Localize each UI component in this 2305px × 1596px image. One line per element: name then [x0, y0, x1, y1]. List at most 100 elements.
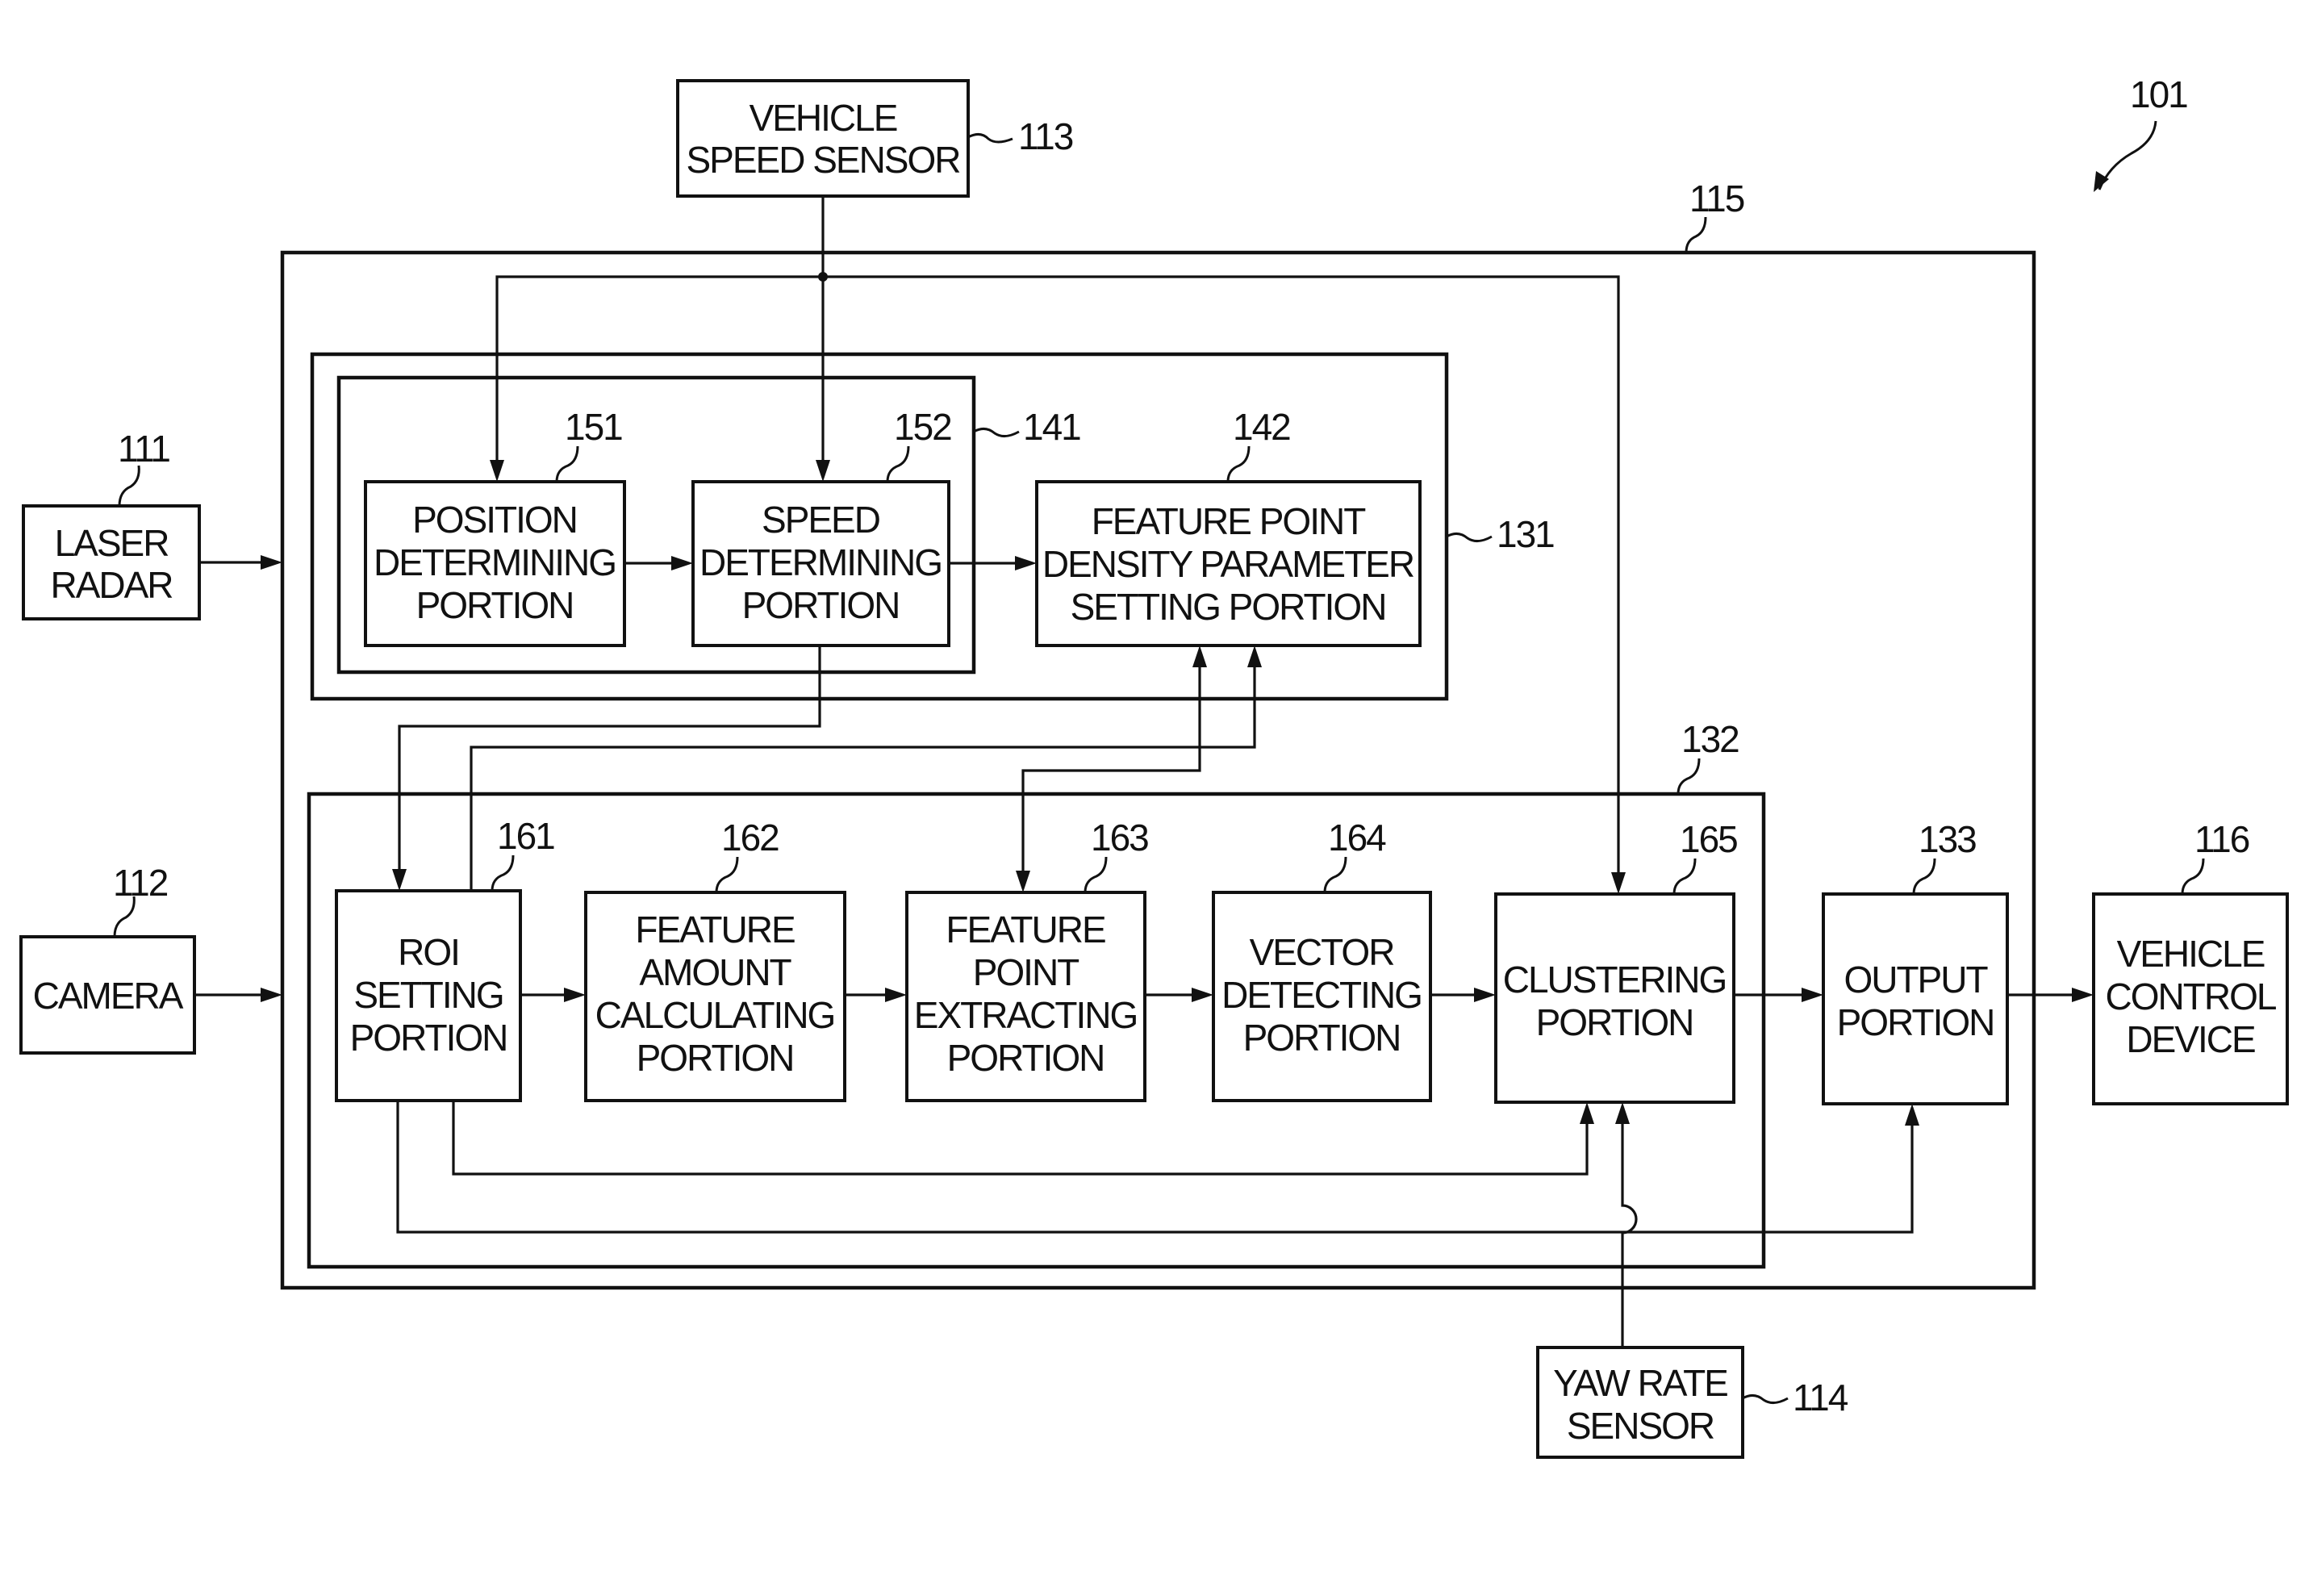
- arrow-142-left: [1192, 646, 1207, 667]
- feature-point-extracting-block: FEATURE POINT EXTRACTING PORTION: [905, 891, 1146, 1102]
- leader-165: [1672, 858, 1697, 895]
- block-label-line: PORTION: [637, 1037, 794, 1079]
- block-label-line: OUTPUT: [1844, 959, 1988, 1001]
- block-label-line: CAMERA: [33, 975, 184, 1017]
- ref-133: 133: [1919, 818, 1976, 860]
- block-label-line: AMOUNT: [639, 951, 791, 993]
- vehicle-speed-sensor-block: VEHICLE SPEED SENSOR: [676, 79, 970, 198]
- block-label-line: DENSITY PARAMETER: [1042, 543, 1414, 585]
- arrow-164-to-165: [1474, 988, 1496, 1002]
- arrow-roi-to-162: [564, 988, 586, 1002]
- block-label-line: DETECTING: [1221, 974, 1422, 1016]
- ref-114: 114: [1793, 1377, 1848, 1418]
- leader-116: [2181, 858, 2205, 895]
- block-label-line: ROI: [398, 931, 459, 973]
- arrow-laser-to-115: [261, 555, 282, 570]
- speed-determining-block: SPEED DETERMINING PORTION: [691, 480, 950, 647]
- ref-151: 151: [565, 406, 622, 448]
- block-label-line: VEHICLE: [2117, 933, 2265, 975]
- ref-113: 113: [1018, 115, 1073, 157]
- leader-113: [967, 133, 1013, 144]
- ref-112: 112: [113, 862, 168, 904]
- leader-142: [1226, 445, 1251, 483]
- block-label-line: YAW RATE: [1553, 1362, 1727, 1404]
- laser-radar-block: LASER RADAR: [22, 504, 201, 620]
- leader-161: [491, 854, 515, 892]
- arrow-roi-to-output: [1905, 1104, 1919, 1126]
- block-label-line: SENSOR: [1567, 1405, 1714, 1447]
- leader-111: [118, 465, 140, 507]
- leader-163: [1084, 856, 1108, 893]
- arrow-pos-to-speed: [671, 556, 693, 570]
- arrow-133-to-116: [2072, 988, 2094, 1002]
- block-label-line: POINT: [973, 951, 1079, 993]
- block-label-line: FEATURE: [946, 909, 1105, 950]
- vehicle-control-device-block: VEHICLE CONTROL DEVICE: [2092, 892, 2289, 1105]
- leader-164: [1323, 856, 1347, 893]
- arrow-165-to-133: [1802, 988, 1823, 1002]
- block-label-line: CALCULATING: [595, 994, 835, 1036]
- block-label-line: DETERMINING: [699, 541, 942, 583]
- feature-amount-calculating-block: FEATURE AMOUNT CALCULATING PORTION: [584, 891, 846, 1102]
- leader-114: [1742, 1394, 1789, 1404]
- block-label-line: CONTROL: [2106, 976, 2277, 1017]
- block-label-line: VECTOR: [1250, 931, 1395, 973]
- arrow-yaw-to-clustering: [1615, 1102, 1630, 1124]
- block-label-line: RADAR: [50, 564, 173, 606]
- arrow-to-speed: [816, 460, 830, 482]
- ref-116: 116: [2194, 818, 2249, 860]
- block-label-line: FEATURE POINT: [1092, 500, 1367, 542]
- block-label-line: POSITION: [412, 499, 577, 541]
- ref-111: 111: [118, 428, 169, 470]
- leader-131: [1446, 533, 1493, 542]
- arrow-to-clustering-top: [1611, 872, 1626, 894]
- arrow-163-to-164: [1192, 988, 1213, 1002]
- ref-163: 163: [1091, 817, 1148, 859]
- position-determining-block: POSITION DETERMINING PORTION: [364, 480, 626, 647]
- output-block: OUTPUT PORTION: [1822, 892, 2009, 1105]
- clustering-block: CLUSTERING PORTION: [1494, 892, 1735, 1104]
- block-label-line: CLUSTERING: [1503, 959, 1726, 1001]
- ref-161: 161: [497, 815, 554, 857]
- block-label-line: PORTION: [350, 1017, 507, 1059]
- block-label-line: DETERMINING: [374, 541, 616, 583]
- block-label-line: PORTION: [742, 584, 900, 626]
- ref-165: 165: [1680, 818, 1737, 860]
- vector-detecting-block: VECTOR DETECTING PORTION: [1212, 891, 1432, 1102]
- roi-setting-block: ROI SETTING PORTION: [335, 889, 522, 1102]
- ref-164: 164: [1328, 817, 1386, 859]
- ref-141: 141: [1023, 406, 1080, 448]
- leader-141: [973, 428, 1020, 437]
- leader-132: [1677, 758, 1701, 795]
- arrow-speed-to-142: [1015, 556, 1037, 570]
- block-label-line: PORTION: [1243, 1017, 1401, 1059]
- block-label-line: VEHICLE: [750, 97, 897, 139]
- block-label-line: FEATURE: [635, 909, 795, 950]
- block-diagram: marker path{} VEHICLE SPEED SENSOR 113 L…: [19, 73, 2289, 1459]
- leader-162: [715, 856, 739, 893]
- density-parameter-setting-block: FEATURE POINT DENSITY PARAMETER SETTING …: [1035, 480, 1422, 647]
- arrow-roi-to-142: [1247, 646, 1262, 667]
- ref-142: 142: [1233, 406, 1290, 448]
- arrow-142-to-163: [1016, 871, 1030, 892]
- ref-152: 152: [894, 406, 951, 448]
- leader-133: [1912, 858, 1936, 895]
- block-label-line: SPEED: [762, 499, 880, 541]
- arrow-162-to-163: [885, 988, 907, 1002]
- arrow-roi-to-clustering: [1580, 1102, 1594, 1124]
- block-label-line: LASER: [55, 522, 169, 564]
- block-label-line: SETTING PORTION: [1071, 586, 1386, 628]
- block-label-line: SPEED SENSOR: [687, 139, 961, 181]
- block-label-line: SETTING: [353, 974, 503, 1016]
- connection-wires: [194, 196, 2088, 1347]
- leader-151: [555, 445, 579, 483]
- ref-132: 132: [1681, 718, 1739, 760]
- block-label-line: DEVICE: [2126, 1018, 2255, 1060]
- arrow-to-roi: [392, 869, 407, 891]
- leader-152: [886, 445, 910, 483]
- arrow-to-position: [490, 460, 504, 482]
- leader-115: [1685, 216, 1707, 253]
- block-label-line: EXTRACTING: [914, 994, 1137, 1036]
- yaw-rate-sensor-block: YAW RATE SENSOR: [1536, 1346, 1744, 1459]
- ref-131: 131: [1497, 513, 1554, 555]
